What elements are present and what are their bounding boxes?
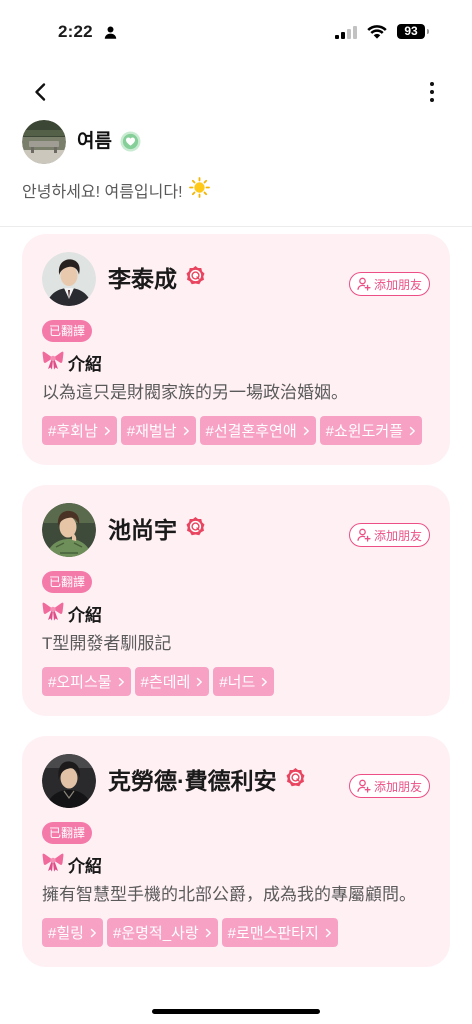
chevron-right-icon <box>325 928 331 937</box>
chevron-right-icon <box>205 928 211 937</box>
tag-label: #운명적_사랑 <box>112 925 199 942</box>
tag-label: #선결혼후연애 <box>205 423 297 440</box>
tag-chip[interactable]: #오피스물 <box>42 667 131 696</box>
add-friend-label: 添加朋友 <box>373 528 422 543</box>
chevron-right-icon <box>183 426 189 435</box>
chevron-left-icon <box>35 83 46 101</box>
person-plus-icon <box>357 779 371 793</box>
profile-bio: 안녕하세요! 여름입니다! <box>22 177 210 203</box>
character-description: 以為這只是財閥家族的另一場政治婚姻。 <box>42 383 348 402</box>
character-list[interactable]: 李泰成 添加朋友 已翻譯 介紹 以為這只是財閥家族的另一場政治婚姻。 #후회남 … <box>0 227 472 988</box>
wifi-icon <box>367 25 387 39</box>
tag-label: #후회남 <box>48 423 98 440</box>
verified-badge-icon <box>185 265 206 286</box>
character-description: 擁有智慧型手機的北部公爵，成為我的專屬顧問。 <box>42 885 416 904</box>
person-plus-icon <box>357 277 371 291</box>
chevron-right-icon <box>303 426 309 435</box>
tag-label: #로맨스판타지 <box>227 925 319 942</box>
intro-label: 介紹 <box>68 354 102 374</box>
chevron-right-icon <box>90 928 96 937</box>
translated-badge: 已翻譯 <box>42 320 93 342</box>
character-avatar[interactable] <box>42 754 96 808</box>
ribbon-icon <box>42 350 64 375</box>
chevron-right-icon <box>118 677 124 686</box>
intro-label: 介紹 <box>68 856 102 876</box>
battery-tip <box>427 29 429 34</box>
tag-chip[interactable]: #운명적_사랑 <box>106 918 218 947</box>
tag-label: #쇼윈도커플 <box>325 423 403 440</box>
status-time: 2:22 <box>58 22 93 41</box>
more-vertical-icon[interactable] <box>422 80 442 104</box>
verified-badge-icon <box>185 516 206 537</box>
intro-label: 介紹 <box>68 605 102 625</box>
back-button[interactable] <box>28 80 52 104</box>
tag-chip[interactable]: #선결혼후연애 <box>199 416 316 445</box>
tag-chip[interactable]: #너드 <box>213 667 275 696</box>
chevron-right-icon <box>197 677 203 686</box>
verified-badge-icon <box>285 767 306 788</box>
person-icon <box>104 26 117 39</box>
bio-text: 안녕하세요! 여름입니다! <box>22 184 183 201</box>
character-name: 池尚宇 <box>108 517 177 543</box>
character-card[interactable]: 克勞德·費德利安 添加朋友 已翻譯 介紹 擁有智慧型手機的北部公爵，成為我的專屬… <box>22 736 450 967</box>
tag-label: #츤데레 <box>140 674 191 691</box>
intro-heading: 介紹 <box>42 852 430 876</box>
tag-label: #재벌남 <box>126 423 177 440</box>
home-indicator[interactable] <box>152 1009 320 1014</box>
character-description: T型開發者馴服記 <box>42 634 172 653</box>
character-avatar[interactable] <box>42 252 96 306</box>
tag-label: #오피스물 <box>48 674 112 691</box>
add-friend-button[interactable]: 添加朋友 <box>348 774 430 798</box>
add-friend-label: 添加朋友 <box>373 779 422 794</box>
intro-heading: 介紹 <box>42 601 430 625</box>
battery-icon: 93 <box>397 24 425 39</box>
profile-name: 여름 <box>77 131 112 152</box>
tag-chip[interactable]: #재벌남 <box>120 416 196 445</box>
add-friend-label: 添加朋友 <box>373 277 422 292</box>
character-name: 李泰成 <box>108 266 177 292</box>
chevron-right-icon <box>262 677 268 686</box>
signal-icon <box>335 26 357 39</box>
ribbon-icon <box>42 852 64 877</box>
character-name: 克勞德·費德利安 <box>108 768 277 794</box>
character-card[interactable]: 池尚宇 添加朋友 已翻譯 介紹 T型開發者馴服記 #오피스물 #츤데레 #너드 <box>22 485 450 716</box>
tag-chip[interactable]: #로맨스판타지 <box>221 918 338 947</box>
tag-list: #후회남 #재벌남 #선결혼후연애 #쇼윈도커플 <box>42 416 430 445</box>
tag-list: #오피스물 #츤데레 #너드 <box>42 667 430 696</box>
chevron-right-icon <box>104 426 110 435</box>
status-bar: 2:22 93 <box>0 0 472 60</box>
translated-badge: 已翻譯 <box>42 571 93 593</box>
tag-chip[interactable]: #츤데레 <box>134 667 210 696</box>
tag-label: #힐링 <box>48 925 84 942</box>
intro-heading: 介紹 <box>42 350 430 374</box>
tag-chip[interactable]: #힐링 <box>42 918 103 947</box>
character-card[interactable]: 李泰成 添加朋友 已翻譯 介紹 以為這只是財閥家族的另一場政治婚姻。 #후회남 … <box>22 234 450 465</box>
tag-chip[interactable]: #후회남 <box>42 416 117 445</box>
bottom-safe-area <box>0 988 472 1024</box>
translated-badge: 已翻譯 <box>42 822 93 844</box>
tag-list: #힐링 #운명적_사랑 #로맨스판타지 <box>42 918 430 947</box>
sun-icon <box>188 177 210 203</box>
tag-chip[interactable]: #쇼윈도커플 <box>319 416 422 445</box>
heart-badge-icon <box>120 131 141 152</box>
chevron-right-icon <box>409 426 415 435</box>
tag-label: #너드 <box>219 674 256 691</box>
ribbon-icon <box>42 601 64 626</box>
add-friend-button[interactable]: 添加朋友 <box>348 523 430 547</box>
profile-avatar[interactable] <box>22 120 66 164</box>
person-plus-icon <box>357 528 371 542</box>
add-friend-button[interactable]: 添加朋友 <box>348 272 430 296</box>
character-avatar[interactable] <box>42 503 96 557</box>
